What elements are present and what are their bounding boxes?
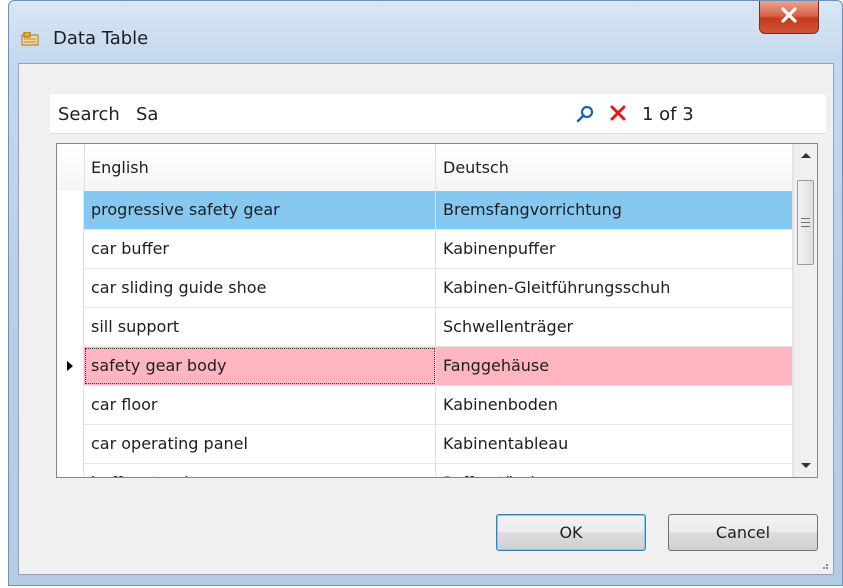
cell-english[interactable]: buffer stand [84,464,436,477]
table-row[interactable]: car buffer Kabinenpuffer [57,230,793,269]
cell-deutsch[interactable]: Bremsfangvorrichtung [436,191,793,229]
cell-english[interactable]: car floor [84,386,436,424]
scroll-thumb[interactable] [797,180,814,265]
row-header[interactable] [57,386,84,425]
dialog-body: Search 1 of 3 English Deutsch [18,63,834,575]
search-icon[interactable] [576,105,594,123]
thumb-grip-line [801,226,810,227]
cell-deutsch[interactable]: Kabinenboden [436,386,793,424]
table-row[interactable]: safety gear body Fanggehäuse [57,347,793,386]
cell-deutsch[interactable]: Fanggehäuse [436,347,793,385]
data-grid: English Deutsch progressive safety gear … [56,143,818,478]
row-header[interactable] [57,425,84,464]
row-pointer-icon [67,361,73,371]
resize-grip-icon[interactable] [819,560,829,570]
search-bar: Search 1 of 3 [50,94,826,134]
row-header-corner [57,144,85,191]
search-input[interactable] [136,100,556,128]
close-icon [780,6,798,28]
scroll-up-icon [801,153,811,158]
table-row[interactable]: buffer stand Pufferständer [57,464,793,477]
clear-search-icon[interactable] [610,105,626,121]
column-header-english[interactable]: English [84,144,436,191]
scroll-up-button[interactable] [794,144,817,166]
row-header[interactable] [57,269,84,308]
cell-english[interactable]: progressive safety gear [84,191,436,229]
row-header[interactable] [57,191,84,230]
cell-deutsch[interactable]: Kabinentableau [436,425,793,463]
data-table-window: Data Table Search 1 of 3 [8,0,843,586]
cell-english[interactable]: safety gear body [84,347,436,385]
table-row[interactable]: car sliding guide shoe Kabinen-Gleitführ… [57,269,793,308]
row-header[interactable] [57,308,84,347]
cell-english[interactable]: car operating panel [84,425,436,463]
window-title: Data Table [53,28,149,49]
ok-button[interactable]: OK [496,514,646,551]
cancel-button[interactable]: Cancel [668,514,818,551]
vertical-scrollbar[interactable] [793,144,817,477]
scroll-down-icon [801,463,811,468]
table-row[interactable]: progressive safety gear Bremsfangvorrich… [57,191,793,230]
table-row[interactable]: car floor Kabinenboden [57,386,793,425]
table-row[interactable]: sill support Schwellenträger [57,308,793,347]
row-header[interactable] [57,230,84,269]
column-header-deutsch[interactable]: Deutsch [436,144,793,191]
cell-english[interactable]: car sliding guide shoe [84,269,436,307]
close-button[interactable] [759,1,819,34]
row-header[interactable] [57,464,84,477]
cell-deutsch[interactable]: Kabinenpuffer [436,230,793,268]
app-icon [21,31,39,46]
search-label: Search [58,104,120,125]
match-counter: 1 of 3 [642,104,694,125]
cell-english[interactable]: sill support [84,308,436,346]
row-header[interactable] [57,347,84,386]
thumb-grip-line [801,218,810,219]
cell-deutsch[interactable]: Pufferständer [436,464,793,477]
thumb-grip-line [801,222,810,223]
cell-deutsch[interactable]: Schwellenträger [436,308,793,346]
cell-english[interactable]: car buffer [84,230,436,268]
grid-header: English Deutsch [57,144,793,192]
table-row[interactable]: car operating panel Kabinentableau [57,425,793,464]
cell-deutsch[interactable]: Kabinen-Gleitführungsschuh [436,269,793,307]
scroll-down-button[interactable] [794,455,817,477]
